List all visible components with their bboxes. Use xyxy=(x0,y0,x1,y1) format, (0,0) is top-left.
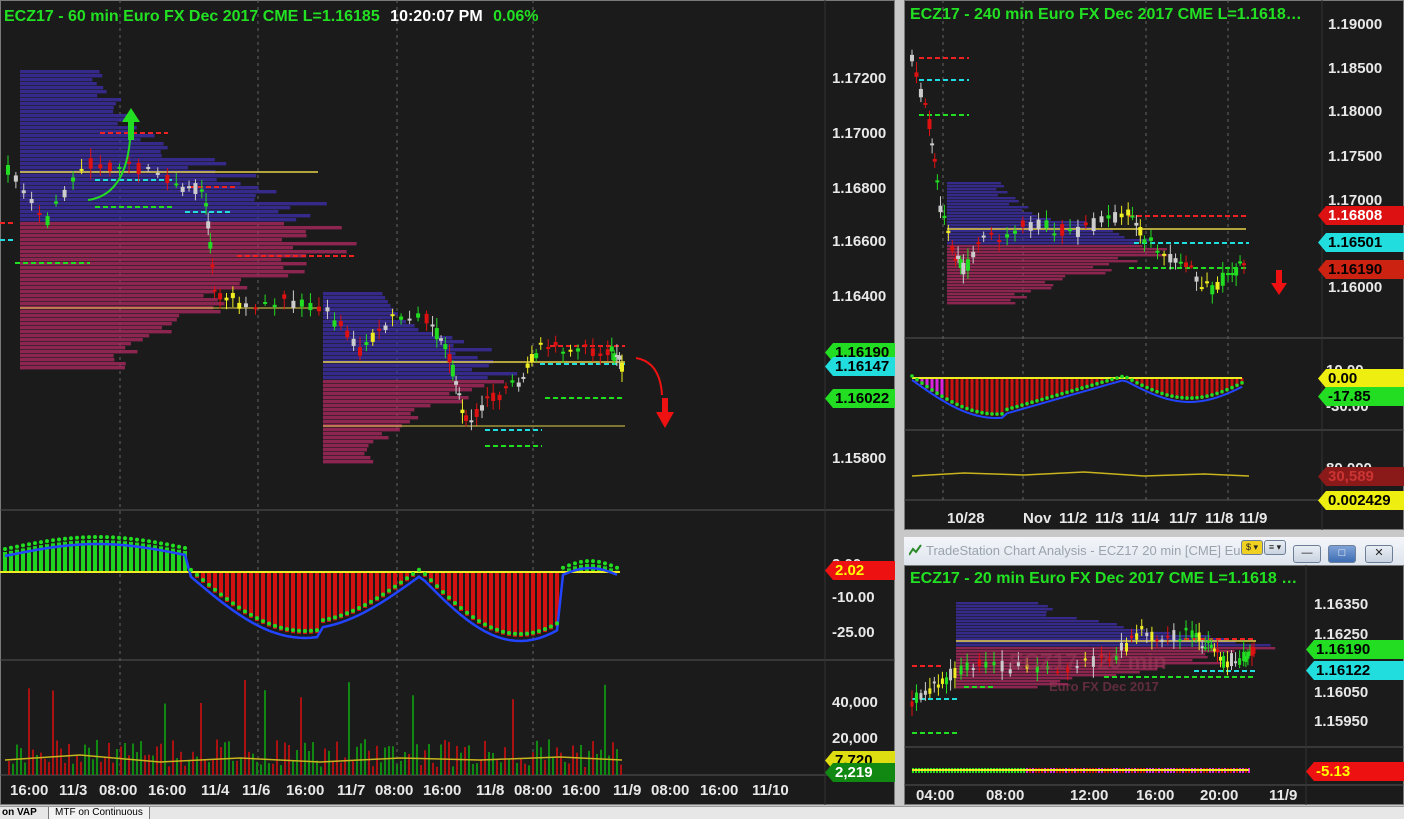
price-axis-label: 1.16350 xyxy=(1314,596,1369,613)
chart-title: ECZ17 - 60 min Euro FX Dec 2017 CME L=1.… xyxy=(4,8,539,26)
chart-title: ECZ17 - 20 min Euro FX Dec 2017 CME L=1.… xyxy=(910,570,1298,587)
chart-title: ECZ17 - 240 min Euro FX Dec 2017 CME L=1… xyxy=(910,6,1302,23)
time-axis-label: 04:00 xyxy=(916,787,955,804)
down-arrow-icon xyxy=(1271,270,1287,295)
time-axis-label: 11/9 xyxy=(1239,510,1268,527)
time-axis-label: 08:00 xyxy=(99,782,138,799)
price-marker-badge: 1.16022 xyxy=(825,389,895,408)
chart-240min[interactable]: ECZ17 - 240 min Euro FX Dec 2017 CME L=1… xyxy=(904,0,1404,530)
chart-time: 10:20:07 PM xyxy=(390,8,483,25)
price-marker-badge: 1.16122 xyxy=(1306,661,1404,680)
price-axis-label: 1.16600 xyxy=(832,233,887,250)
price-marker-badge: 1.16808 xyxy=(1318,206,1404,225)
chart-watermark: ECZ17 - 20 min xyxy=(1009,649,1167,674)
price-axis-label: 1.17200 xyxy=(832,70,887,87)
time-axis-label: 08:00 xyxy=(514,782,553,799)
time-axis-label: 11/7 xyxy=(337,782,366,799)
price-axis-label: 1.18000 xyxy=(1328,103,1383,120)
price-axis-label: 1.15950 xyxy=(1314,713,1369,730)
price-marker-badge: 2,219 xyxy=(825,763,895,782)
price-axis-label: 40,000 xyxy=(832,694,878,711)
price-marker-badge: -17.85 xyxy=(1318,387,1404,406)
time-axis-label: 16:00 xyxy=(562,782,601,799)
chart-watermark-sub: Euro FX Dec 2017 xyxy=(1049,679,1159,694)
time-axis-label: 11/2 xyxy=(1059,510,1088,527)
price-axis-label: 20,000 xyxy=(832,730,878,747)
chart-pct-change: 0.06% xyxy=(493,8,539,25)
chart-symbol: ECZ17 - 60 min Euro FX Dec 2017 CME L=1.… xyxy=(4,8,380,25)
time-axis-label: 16:00 xyxy=(700,782,739,799)
chart-20min-window[interactable]: TradeStation Chart Analysis - ECZ17 20 m… xyxy=(904,537,1404,805)
time-axis-label: 11/9 xyxy=(1269,787,1298,804)
price-marker-badge: 1.16501 xyxy=(1318,233,1404,252)
tab-mtf-on-continuous[interactable]: MTF on Continuous xyxy=(48,807,150,819)
price-axis-label: 1.18500 xyxy=(1328,60,1383,77)
oscillator-value-badge: -5.13 xyxy=(1306,762,1404,781)
time-axis-label: 12:00 xyxy=(1070,787,1109,804)
time-axis-label: 16:00 xyxy=(1136,787,1175,804)
price-marker-badge: 0.002429 xyxy=(1318,491,1404,510)
price-axis-label: -10.00 xyxy=(832,589,875,606)
price-marker-badge: 30,589 xyxy=(1318,467,1404,486)
price-axis-label: 1.19000 xyxy=(1328,16,1383,33)
oscillator-value-badge: 2.02 xyxy=(825,561,895,580)
price-axis-label: 1.17000 xyxy=(832,125,887,142)
time-axis-label: 16:00 xyxy=(10,782,49,799)
time-axis-label: 11/4 xyxy=(1131,510,1160,527)
time-axis-label: 11/3 xyxy=(1095,510,1124,527)
time-axis-label: 11/10 xyxy=(752,782,789,799)
chart-60min-canvas[interactable] xyxy=(0,0,895,805)
price-marker-badge: 1.16147 xyxy=(825,357,895,376)
time-axis-label: 11/9 xyxy=(613,782,642,799)
time-axis-label: 10/28 xyxy=(947,510,985,527)
down-arrow-icon xyxy=(656,398,674,428)
time-axis-label: 20:00 xyxy=(1200,787,1239,804)
time-axis-label: 11/7 xyxy=(1169,510,1198,527)
price-marker-badge: 1.16190 xyxy=(1318,260,1404,279)
price-axis-label: 1.16050 xyxy=(1314,684,1369,701)
price-axis-label: 1.16000 xyxy=(1328,279,1383,296)
time-axis-label: 16:00 xyxy=(423,782,462,799)
chart-60min[interactable]: ECZ17 - 60 min Euro FX Dec 2017 CME L=1.… xyxy=(0,0,895,805)
time-axis-label: Nov xyxy=(1023,510,1052,527)
price-axis-label: 1.15800 xyxy=(832,450,887,467)
price-axis-label: -25.00 xyxy=(832,624,875,641)
time-axis-label: 08:00 xyxy=(651,782,690,799)
time-axis-label: 11/8 xyxy=(1205,510,1234,527)
time-axis-label: 08:00 xyxy=(375,782,414,799)
price-axis-label: 1.16800 xyxy=(832,180,887,197)
time-axis-label: 11/3 xyxy=(59,782,88,799)
time-axis-label: 11/4 xyxy=(201,782,230,799)
price-marker-badge: 0.00 xyxy=(1318,369,1404,388)
time-axis-label: 11/6 xyxy=(242,782,271,799)
price-axis-label: 1.17500 xyxy=(1328,148,1383,165)
tab-on-vap[interactable]: on VAP xyxy=(2,807,37,819)
down-curve-arrow-icon xyxy=(635,357,663,396)
price-marker-badge: 1.16190 xyxy=(1306,640,1404,659)
workspace-tab-bar: on VAP MTF on Continuous xyxy=(0,806,1404,819)
time-axis-label: 16:00 xyxy=(286,782,325,799)
time-axis-label: 16:00 xyxy=(148,782,187,799)
time-axis-label: 11/8 xyxy=(476,782,505,799)
time-axis-label: 08:00 xyxy=(986,787,1025,804)
price-axis-label: 1.16400 xyxy=(832,288,887,305)
